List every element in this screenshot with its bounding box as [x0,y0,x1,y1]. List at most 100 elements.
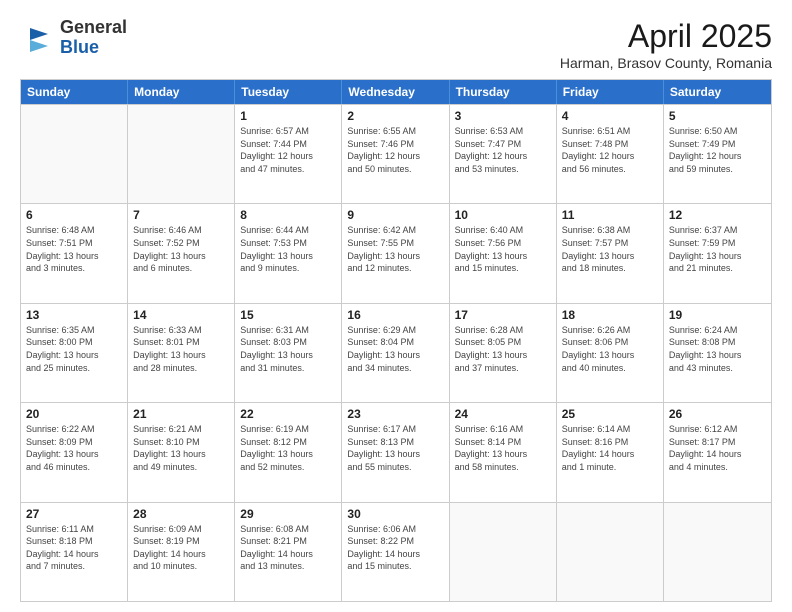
calendar-header: SundayMondayTuesdayWednesdayThursdayFrid… [21,80,771,104]
title-block: April 2025 Harman, Brasov County, Romani… [560,18,772,71]
day-number: 29 [240,507,336,521]
day-number: 9 [347,208,443,222]
calendar-row-3: 20Sunrise: 6:22 AM Sunset: 8:09 PM Dayli… [21,402,771,501]
day-info: Sunrise: 6:46 AM Sunset: 7:52 PM Dayligh… [133,224,229,274]
calendar-cell-28: 28 Sunrise: 6:09 AM Sunset: 8:19 PM Dayli… [128,503,235,601]
day-number: 8 [240,208,336,222]
day-info: Sunrise: 6:14 AM Sunset: 8:16 PM Dayligh… [562,423,658,473]
logo-text: General Blue [60,18,127,58]
day-number: 7 [133,208,229,222]
weekday-header-sunday: Sunday [21,80,128,104]
day-info: Sunrise: 6:12 AM Sunset: 8:17 PM Dayligh… [669,423,766,473]
calendar-cell-empty-4-6 [664,503,771,601]
day-number: 11 [562,208,658,222]
calendar-cell-29: 29 Sunrise: 6:08 AM Sunset: 8:21 PM Dayli… [235,503,342,601]
day-info: Sunrise: 6:17 AM Sunset: 8:13 PM Dayligh… [347,423,443,473]
day-info: Sunrise: 6:38 AM Sunset: 7:57 PM Dayligh… [562,224,658,274]
day-number: 23 [347,407,443,421]
calendar-cell-1: 1 Sunrise: 6:57 AM Sunset: 7:44 PM Daylig… [235,105,342,203]
day-info: Sunrise: 6:55 AM Sunset: 7:46 PM Dayligh… [347,125,443,175]
day-info: Sunrise: 6:09 AM Sunset: 8:19 PM Dayligh… [133,523,229,573]
calendar-cell-empty-4-5 [557,503,664,601]
calendar-cell-30: 30Sunrise: 6:06 AM Sunset: 8:22 PM Dayli… [342,503,449,601]
calendar-cell-2: 2 Sunrise: 6:55 AM Sunset: 7:46 PM Daylig… [342,105,449,203]
day-number: 5 [669,109,766,123]
day-number: 12 [669,208,766,222]
calendar-cell-14: 14 Sunrise: 6:33 AM Sunset: 8:01 PM Dayli… [128,304,235,402]
day-number: 18 [562,308,658,322]
day-number: 1 [240,109,336,123]
page: General Blue April 2025 Harman, Brasov C… [0,0,792,612]
subtitle: Harman, Brasov County, Romania [560,55,772,71]
day-info: Sunrise: 6:57 AM Sunset: 7:44 PM Dayligh… [240,125,336,175]
calendar-cell-empty-4-4 [450,503,557,601]
weekday-header-friday: Friday [557,80,664,104]
calendar-body: 1 Sunrise: 6:57 AM Sunset: 7:44 PM Daylig… [21,104,771,601]
day-number: 16 [347,308,443,322]
calendar-cell-16: 16 Sunrise: 6:29 AM Sunset: 8:04 PM Dayli… [342,304,449,402]
logo-blue: Blue [60,37,99,57]
logo: General Blue [20,18,127,58]
day-number: 17 [455,308,551,322]
day-info: Sunrise: 6:28 AM Sunset: 8:05 PM Dayligh… [455,324,551,374]
day-info: Sunrise: 6:35 AM Sunset: 8:00 PM Dayligh… [26,324,122,374]
calendar-cell-13: 13 Sunrise: 6:35 AM Sunset: 8:00 PM Dayli… [21,304,128,402]
day-number: 6 [26,208,122,222]
calendar-cell-25: 25 Sunrise: 6:14 AM Sunset: 8:16 PM Dayli… [557,403,664,501]
day-info: Sunrise: 6:19 AM Sunset: 8:12 PM Dayligh… [240,423,336,473]
calendar-cell-7: 7 Sunrise: 6:46 AM Sunset: 7:52 PM Daylig… [128,204,235,302]
day-number: 15 [240,308,336,322]
day-info: Sunrise: 6:44 AM Sunset: 7:53 PM Dayligh… [240,224,336,274]
calendar-cell-empty-0-1 [128,105,235,203]
calendar-cell-5: 5 Sunrise: 6:50 AM Sunset: 7:49 PM Daylig… [664,105,771,203]
calendar-cell-8: 8 Sunrise: 6:44 AM Sunset: 7:53 PM Daylig… [235,204,342,302]
day-info: Sunrise: 6:24 AM Sunset: 8:08 PM Dayligh… [669,324,766,374]
day-info: Sunrise: 6:16 AM Sunset: 8:14 PM Dayligh… [455,423,551,473]
day-number: 28 [133,507,229,521]
weekday-header-saturday: Saturday [664,80,771,104]
calendar-row-1: 6 Sunrise: 6:48 AM Sunset: 7:51 PM Daylig… [21,203,771,302]
calendar-cell-20: 20Sunrise: 6:22 AM Sunset: 8:09 PM Dayli… [21,403,128,501]
day-info: Sunrise: 6:40 AM Sunset: 7:56 PM Dayligh… [455,224,551,274]
day-number: 24 [455,407,551,421]
day-number: 13 [26,308,122,322]
day-info: Sunrise: 6:53 AM Sunset: 7:47 PM Dayligh… [455,125,551,175]
day-number: 26 [669,407,766,421]
weekday-header-wednesday: Wednesday [342,80,449,104]
calendar-cell-6: 6 Sunrise: 6:48 AM Sunset: 7:51 PM Daylig… [21,204,128,302]
calendar-row-0: 1 Sunrise: 6:57 AM Sunset: 7:44 PM Daylig… [21,104,771,203]
day-info: Sunrise: 6:51 AM Sunset: 7:48 PM Dayligh… [562,125,658,175]
day-info: Sunrise: 6:37 AM Sunset: 7:59 PM Dayligh… [669,224,766,274]
calendar-row-2: 13 Sunrise: 6:35 AM Sunset: 8:00 PM Dayli… [21,303,771,402]
logo-icon [20,20,56,56]
day-info: Sunrise: 6:50 AM Sunset: 7:49 PM Dayligh… [669,125,766,175]
day-info: Sunrise: 6:08 AM Sunset: 8:21 PM Dayligh… [240,523,336,573]
logo-general: General [60,17,127,37]
calendar-cell-11: 11 Sunrise: 6:38 AM Sunset: 7:57 PM Dayli… [557,204,664,302]
weekday-header-tuesday: Tuesday [235,80,342,104]
calendar-cell-4: 4 Sunrise: 6:51 AM Sunset: 7:48 PM Daylig… [557,105,664,203]
weekday-header-thursday: Thursday [450,80,557,104]
calendar-cell-17: 17 Sunrise: 6:28 AM Sunset: 8:05 PM Dayli… [450,304,557,402]
calendar: SundayMondayTuesdayWednesdayThursdayFrid… [20,79,772,602]
day-info: Sunrise: 6:29 AM Sunset: 8:04 PM Dayligh… [347,324,443,374]
calendar-cell-26: 26 Sunrise: 6:12 AM Sunset: 8:17 PM Dayli… [664,403,771,501]
day-info: Sunrise: 6:48 AM Sunset: 7:51 PM Dayligh… [26,224,122,274]
day-number: 25 [562,407,658,421]
day-number: 30 [347,507,443,521]
header: General Blue April 2025 Harman, Brasov C… [20,18,772,71]
day-info: Sunrise: 6:21 AM Sunset: 8:10 PM Dayligh… [133,423,229,473]
day-number: 21 [133,407,229,421]
day-number: 3 [455,109,551,123]
day-info: Sunrise: 6:31 AM Sunset: 8:03 PM Dayligh… [240,324,336,374]
calendar-cell-22: 22 Sunrise: 6:19 AM Sunset: 8:12 PM Dayli… [235,403,342,501]
day-number: 14 [133,308,229,322]
day-info: Sunrise: 6:22 AM Sunset: 8:09 PM Dayligh… [26,423,122,473]
day-number: 22 [240,407,336,421]
day-info: Sunrise: 6:33 AM Sunset: 8:01 PM Dayligh… [133,324,229,374]
day-number: 2 [347,109,443,123]
calendar-cell-24: 24 Sunrise: 6:16 AM Sunset: 8:14 PM Dayli… [450,403,557,501]
calendar-cell-15: 15 Sunrise: 6:31 AM Sunset: 8:03 PM Dayli… [235,304,342,402]
day-info: Sunrise: 6:11 AM Sunset: 8:18 PM Dayligh… [26,523,122,573]
day-number: 4 [562,109,658,123]
